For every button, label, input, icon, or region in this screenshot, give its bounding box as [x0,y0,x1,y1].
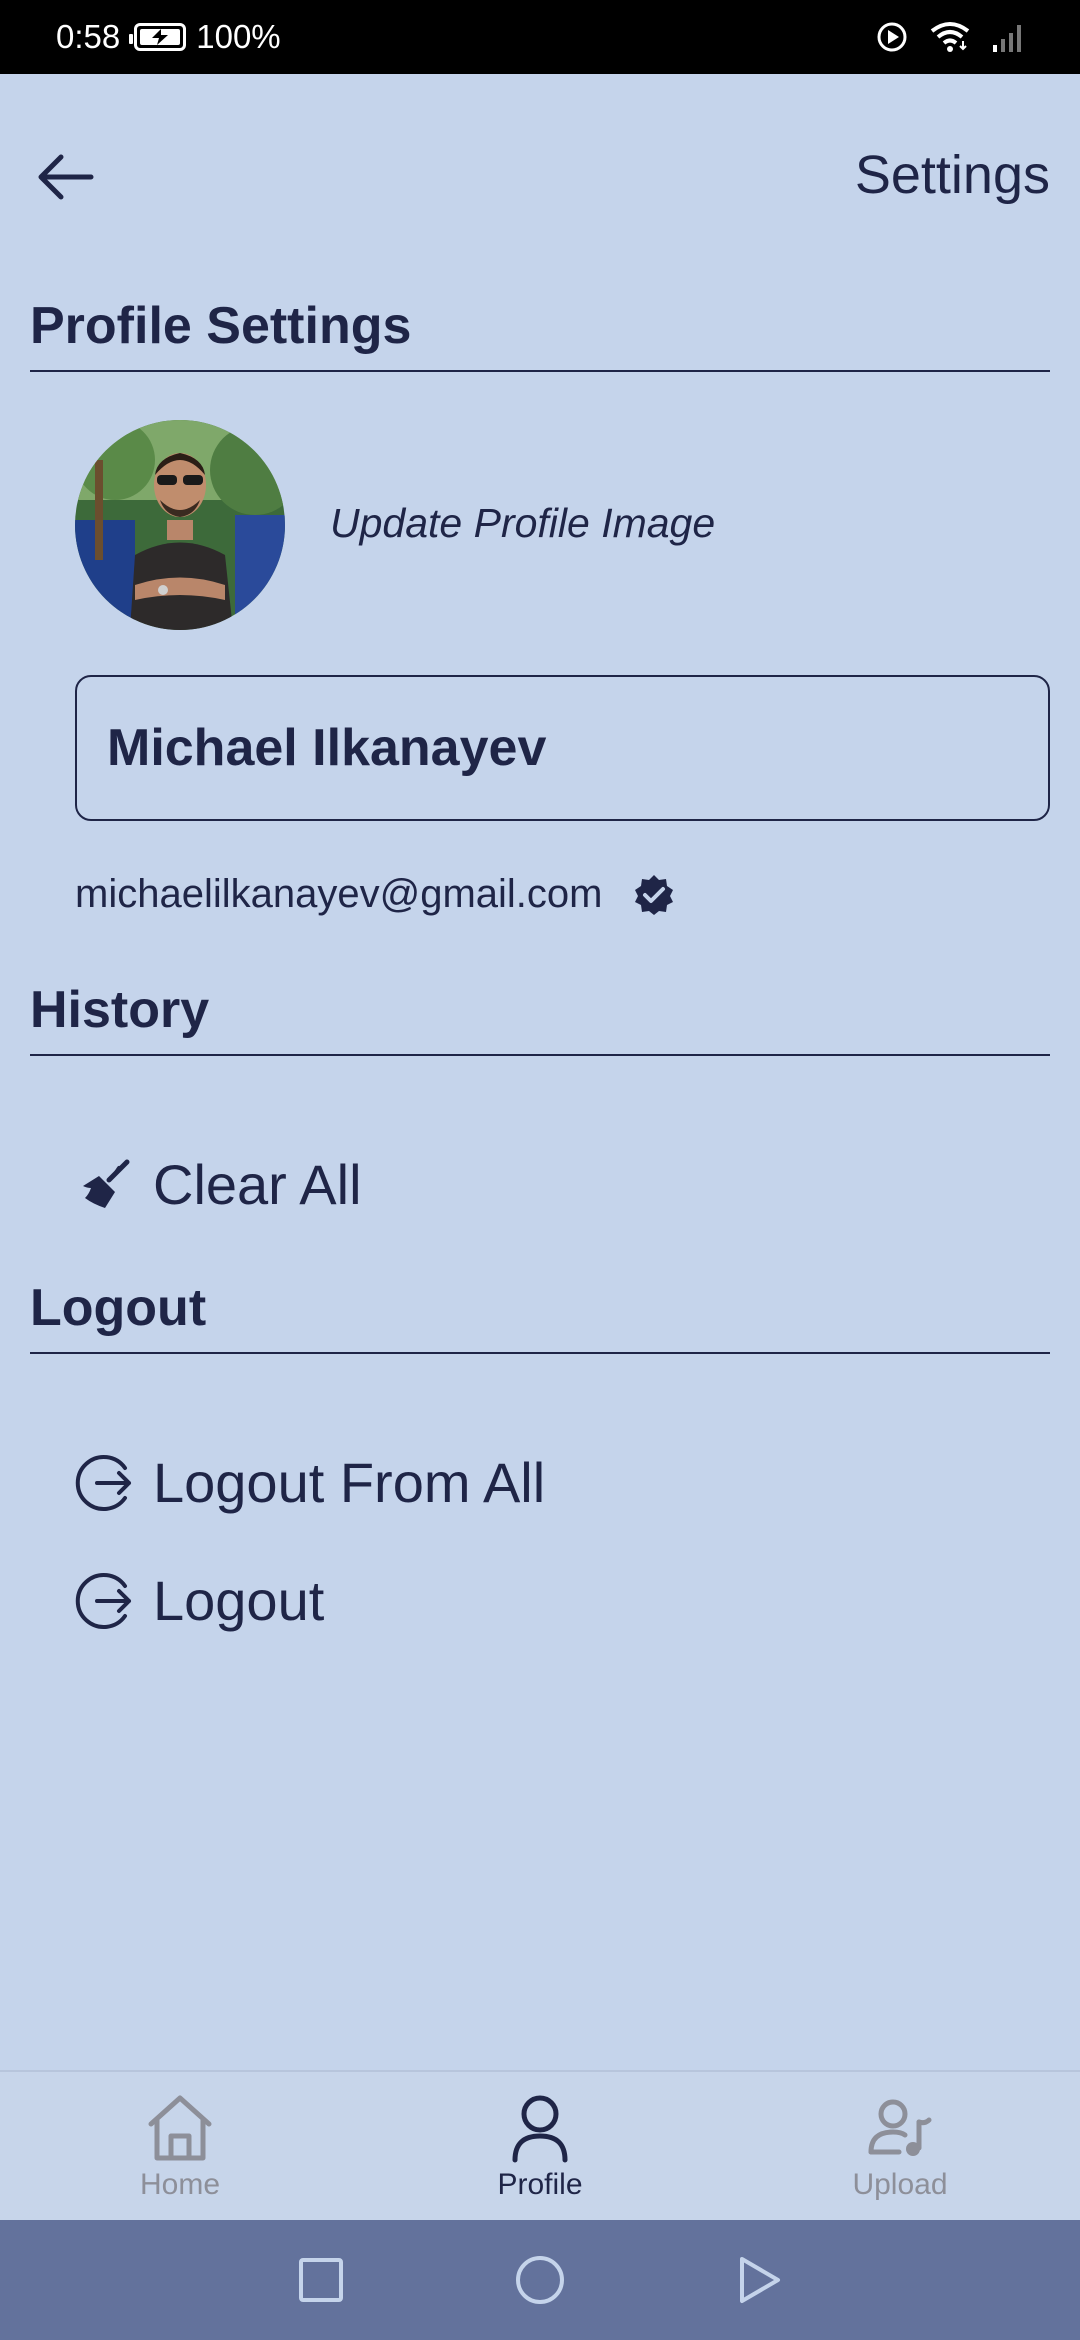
nav-profile[interactable]: Profile [360,2072,720,2222]
nav-home[interactable]: Home [0,2072,360,2222]
wifi-icon [930,22,970,52]
section-header-history: History [30,980,1050,1056]
broom-icon [75,1154,137,1216]
top-app-bar: Settings [0,74,1080,274]
bottom-navigation: Home Profile Upload [0,2070,1080,2220]
status-bar: 0:58 100% [0,0,1080,74]
media-play-icon [877,22,907,52]
logout-icon [75,1570,137,1632]
logout-button[interactable]: Logout [75,1568,324,1633]
section-header-profile: Profile Settings [30,296,1050,372]
logout-icon [75,1452,137,1514]
arrow-left-icon [38,154,94,200]
email-text: michaelilkanayev@gmail.com [75,872,603,916]
nav-profile-label: Profile [497,2168,583,2201]
email-row: michaelilkanayev@gmail.com [75,872,676,917]
avatar[interactable] [75,420,285,630]
avatar-photo [75,420,285,630]
person-icon [512,2095,568,2163]
nav-home-label: Home [139,2168,221,2201]
battery-icon [129,23,187,51]
home-icon [148,2095,212,2161]
logout-from-all-button[interactable]: Logout From All [75,1450,545,1515]
status-right [876,21,1026,53]
back-button[interactable] [30,142,100,212]
signal-icon [993,25,1021,52]
recents-square-icon[interactable] [298,2257,344,2303]
clear-all-label: Clear All [153,1153,362,1216]
system-navigation-bar [0,2220,1080,2340]
nav-upload[interactable]: Upload [720,2072,1080,2222]
logout-from-all-label: Logout From All [153,1451,546,1514]
status-left: 0:58 100% [56,18,281,56]
home-circle-icon[interactable] [514,2254,566,2306]
battery-percent: 100% [196,18,281,55]
nav-upload-label: Upload [852,2168,948,2201]
update-profile-image-link[interactable]: Update Profile Image [330,500,715,547]
back-triangle-icon[interactable] [736,2255,782,2305]
logout-label: Logout [153,1569,325,1632]
clear-all-button[interactable]: Clear All [75,1152,362,1217]
verified-badge-icon [635,874,674,915]
page-title: Settings [854,145,1050,205]
section-header-logout: Logout [30,1278,1050,1354]
name-field[interactable]: Michael Ilkanayev [75,675,1050,821]
user-music-icon [868,2099,932,2156]
status-time: 0:58 [56,18,121,55]
